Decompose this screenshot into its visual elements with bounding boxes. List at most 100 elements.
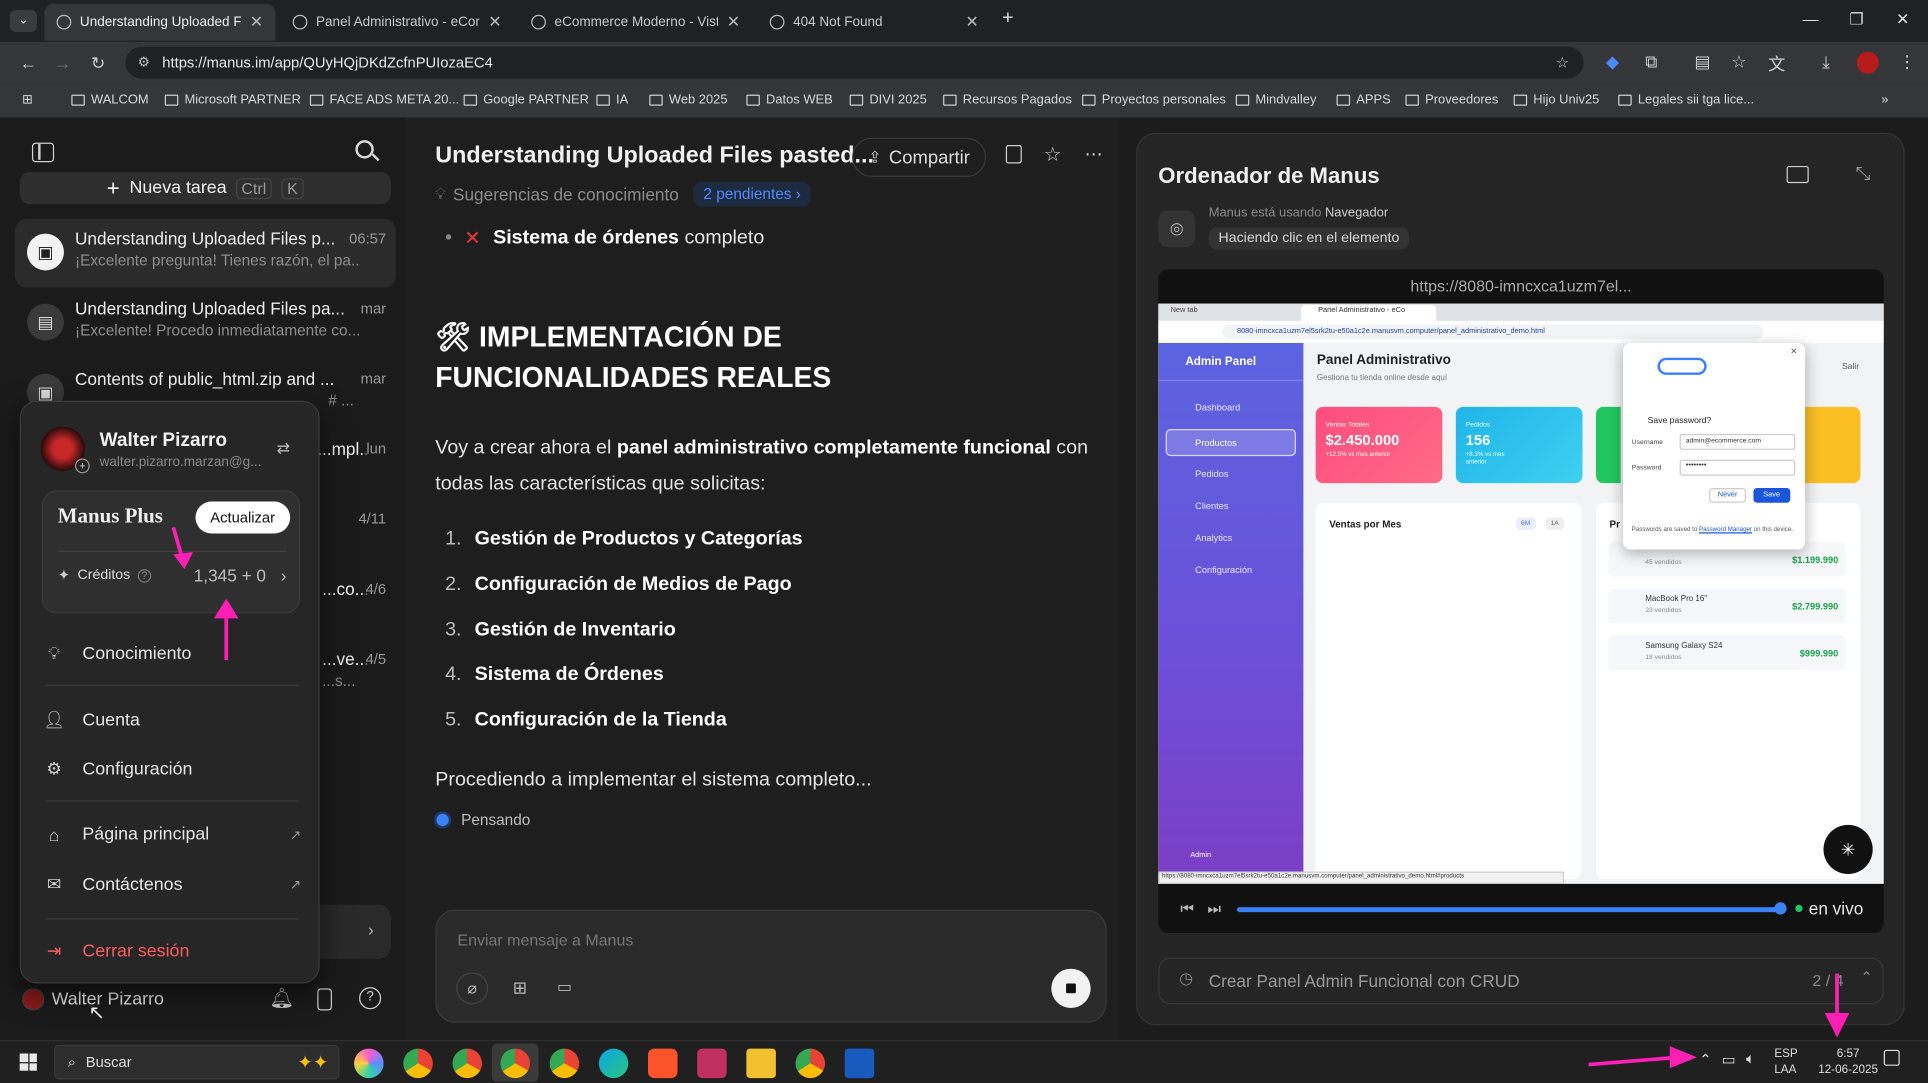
loading-spinner-button[interactable]: ✳ (1823, 824, 1873, 875)
collapse-icon[interactable]: ⤡ (1855, 163, 1870, 184)
close-window-icon[interactable]: ✕ (1896, 10, 1909, 30)
bookmark-divi[interactable]: DIVI 2025 (849, 92, 927, 107)
bookmark-datos-web[interactable]: Datos WEB (746, 92, 833, 107)
chrome-icon[interactable] (549, 1048, 580, 1079)
menu-item-contact[interactable]: ✉ Contáctenos ↗ (43, 874, 301, 895)
network-icon[interactable]: ▭ (1721, 1051, 1735, 1068)
chrome-icon[interactable] (795, 1048, 826, 1079)
close-tab-icon[interactable]: ✕ (250, 12, 263, 32)
pending-badge[interactable]: 2 pendientes › (693, 181, 811, 207)
file-explorer-icon[interactable] (746, 1048, 776, 1079)
prev-step-icon[interactable]: ⏮ (1180, 900, 1193, 918)
toggle-sidebar-icon[interactable] (31, 142, 55, 163)
product-sold: 23 vendidos (1645, 607, 1682, 615)
tools-grid-icon[interactable]: ⊞ (513, 977, 527, 998)
favorites-icon[interactable]: ☆ (1731, 52, 1746, 73)
tab-search-button[interactable]: ⌄ (9, 9, 37, 32)
word-icon[interactable] (844, 1048, 875, 1079)
bookmark-microsoft[interactable]: Microsoft PARTNER (164, 92, 301, 107)
bookmark-proveedores[interactable]: Proveedores (1405, 92, 1498, 107)
close-tab-icon[interactable]: ✕ (727, 12, 740, 32)
help-icon[interactable]: ? (359, 987, 382, 1010)
extensions-puzzle-icon[interactable]: ⧉ (1645, 52, 1657, 73)
menu-kebab-icon[interactable]: ⋮ (1899, 52, 1916, 73)
bookmark-star-icon[interactable]: ☆ (1556, 47, 1569, 79)
next-step-icon[interactable]: ⏭ (1207, 900, 1220, 918)
tray-chevron-up-icon[interactable]: ⌃ (1699, 1051, 1711, 1068)
site-info-icon[interactable]: ⚙ (138, 47, 150, 79)
more-options-icon[interactable]: ⋯ (1085, 143, 1103, 165)
tab-404[interactable]: 404 Not Found ✕ (757, 4, 991, 41)
restore-window-icon[interactable]: ❐ (1849, 10, 1863, 30)
bookmark-walcom[interactable]: WALCOM (71, 92, 149, 107)
upgrade-button[interactable]: Actualizar (195, 501, 290, 534)
more-bookmarks-icon[interactable]: » (1881, 92, 1888, 107)
bookmark-ia[interactable]: IA (596, 92, 628, 107)
reading-mode-icon[interactable]: ▤ (1694, 52, 1710, 73)
bookmark-hijo[interactable]: Hijo Univ25 (1513, 92, 1599, 107)
menu-item-home[interactable]: ⌂ Página principal ↗ (43, 825, 301, 845)
chat-bubble-icon[interactable]: ▭ (557, 977, 572, 997)
chrome-icon[interactable] (500, 1048, 530, 1079)
language-indicator[interactable]: ESP LAA (1774, 1046, 1797, 1078)
menu-item-knowledge[interactable]: 💡︎ Conocimiento (43, 643, 191, 664)
windows-start-icon[interactable] (19, 1053, 37, 1071)
notification-icon[interactable] (1883, 1049, 1900, 1066)
bookmark-face-ads[interactable]: FACE ADS META 20... (309, 92, 459, 107)
new-tab-button[interactable]: + (1002, 7, 1013, 29)
tab-panel-admin[interactable]: Panel Administrativo - eComm ✕ (280, 4, 514, 41)
tab-ecommerce[interactable]: eCommerce Moderno - Vista P ✕ (519, 4, 753, 41)
close-tab-icon[interactable]: ✕ (965, 12, 978, 32)
menu-item-settings[interactable]: ⚙ Configuración (43, 758, 192, 779)
bookmark-legales[interactable]: Legales sii tga lice... (1618, 92, 1754, 107)
tab-understanding[interactable]: Understanding Uploaded Files p ✕ (44, 3, 276, 41)
brave-icon[interactable] (647, 1048, 678, 1079)
favorite-star-icon[interactable]: ☆ (1044, 143, 1062, 168)
copilot-icon[interactable] (354, 1048, 384, 1079)
message-input[interactable]: Enviar mensaje a Manus (457, 931, 633, 949)
tablet-icon[interactable] (317, 988, 332, 1011)
remote-nav-item: Configuración (1195, 564, 1253, 576)
download-icon[interactable]: ⤓ (1822, 52, 1830, 73)
playback-track[interactable] (1236, 907, 1786, 913)
apps-grid-icon[interactable]: ⊞ (22, 92, 33, 107)
screen-view-icon[interactable] (1786, 165, 1809, 184)
logout-button[interactable]: ⇥ Cerrar sesión (43, 940, 190, 961)
bookmark-recursos[interactable]: Recursos Pagados (943, 92, 1072, 107)
translate-icon[interactable]: 文 (1768, 52, 1785, 77)
stop-button[interactable] (1051, 968, 1091, 1009)
knowledge-suggestions[interactable]: 💡︎ Sugerencias de conocimiento 2 pendien… (435, 181, 811, 207)
menu-item-account[interactable]: 👤︎ Cuenta (43, 709, 140, 730)
chrome-icon[interactable] (452, 1048, 483, 1079)
search-icon[interactable] (355, 140, 380, 162)
taskbar-search[interactable]: ⌕ Buscar ✦✦ (54, 1044, 340, 1080)
back-icon[interactable]: ← (20, 53, 37, 73)
bell-icon[interactable]: 🔔︎ (269, 986, 294, 1011)
bookmark-mindvalley[interactable]: Mindvalley (1235, 92, 1316, 107)
playback-knob[interactable] (1773, 902, 1787, 915)
chrome-icon[interactable] (403, 1048, 433, 1079)
bookmark-proyectos[interactable]: Proyectos personales (1082, 92, 1226, 107)
bookmark-google[interactable]: Google PARTNER (463, 92, 589, 107)
task-item[interactable]: ▤ Understanding Uploaded Files pa... ¡Ex… (15, 289, 396, 358)
bookmark-web2025[interactable]: Web 2025 (649, 92, 728, 107)
attach-icon[interactable]: ⌀ (456, 972, 489, 1005)
minimize-window-icon[interactable]: — (1803, 10, 1819, 28)
tool-app-icon[interactable] (697, 1048, 727, 1079)
reload-icon[interactable]: ↻ (91, 53, 105, 74)
edge-icon[interactable] (598, 1048, 629, 1079)
new-task-button[interactable]: + Nueva tarea Ctrl K (19, 172, 392, 205)
extension-icon[interactable]: ◆ (1606, 52, 1619, 73)
clock[interactable]: 6:57 12-06-2025 (1815, 1046, 1881, 1078)
switch-account-icon[interactable]: ⇄ (277, 439, 290, 459)
close-tab-icon[interactable]: ✕ (488, 12, 501, 32)
volume-icon[interactable]: 🔈︎ (1746, 1050, 1755, 1068)
task-progress-bar[interactable]: ◷ Crear Panel Admin Funcional con CRUD 2… (1158, 957, 1884, 1005)
address-bar[interactable]: ⚙ https://manus.im/app/QUyHQjDKdZcfnPUIo… (125, 46, 1584, 79)
task-item[interactable]: ▣ Understanding Uploaded Files p... ¡Exc… (14, 218, 396, 288)
share-button[interactable]: ⇪ Compartir (852, 137, 986, 178)
profile-avatar[interactable] (1856, 51, 1879, 74)
bookmark-apps[interactable]: APPS (1336, 92, 1391, 107)
forward-icon[interactable]: → (54, 53, 71, 73)
files-icon[interactable] (1005, 145, 1022, 164)
